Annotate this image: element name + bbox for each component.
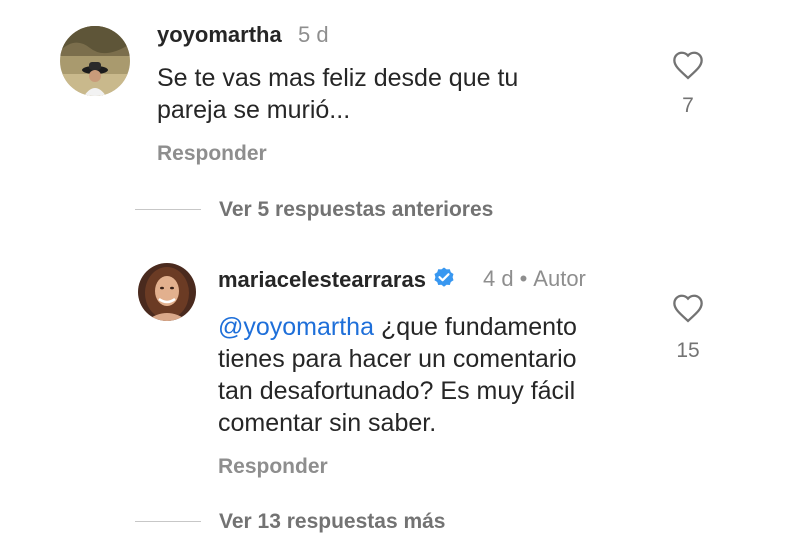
view-more-replies-link[interactable]: Ver 13 respuestas más xyxy=(219,510,446,534)
like-count: 15 xyxy=(676,339,700,362)
like-heart-icon[interactable] xyxy=(671,293,705,328)
avatar-mariacelestearraras[interactable] xyxy=(138,263,196,321)
comment-text-line-1: Se te vas mas feliz desde que tu xyxy=(157,64,519,92)
reply-button[interactable]: Responder xyxy=(157,142,267,166)
replies-divider xyxy=(135,209,201,210)
reply-text-fragment: ¿que fundamento xyxy=(374,313,577,341)
reply-timestamp: 4 d xyxy=(483,266,514,291)
reply-text-line-4: comentar sin saber. xyxy=(218,409,437,437)
meta-separator: • xyxy=(519,266,528,291)
author-badge: Autor xyxy=(533,266,586,291)
avatar-photo xyxy=(138,263,196,321)
reply-username[interactable]: mariacelestearraras xyxy=(218,266,456,296)
comment-timestamp: 5 d xyxy=(298,22,329,47)
reply-button[interactable]: Responder xyxy=(218,455,328,479)
avatar-yoyomartha[interactable] xyxy=(60,26,130,96)
like-count: 7 xyxy=(682,94,694,117)
reply-text-line-1: @yoyomartha ¿que fundamento xyxy=(218,311,577,343)
comment-username[interactable]: yoyomartha xyxy=(157,22,282,48)
verified-badge-icon xyxy=(432,266,456,296)
avatar-photo xyxy=(60,26,130,96)
reply-meta: 4 d • Autor xyxy=(483,266,586,292)
reply-text-line-3: tan desafortunado? Es muy fácil xyxy=(218,377,576,405)
comment-text-line-2: pareja se murió... xyxy=(157,96,351,124)
mention-link[interactable]: @yoyomartha xyxy=(218,313,374,341)
reply-text-line-2: tienes para hacer un comentario xyxy=(218,345,577,373)
like-heart-icon[interactable] xyxy=(671,50,705,85)
replies-divider xyxy=(135,521,201,522)
view-previous-replies-link[interactable]: Ver 5 respuestas anteriores xyxy=(219,198,493,222)
reply-username-text[interactable]: mariacelestearraras xyxy=(218,267,426,292)
